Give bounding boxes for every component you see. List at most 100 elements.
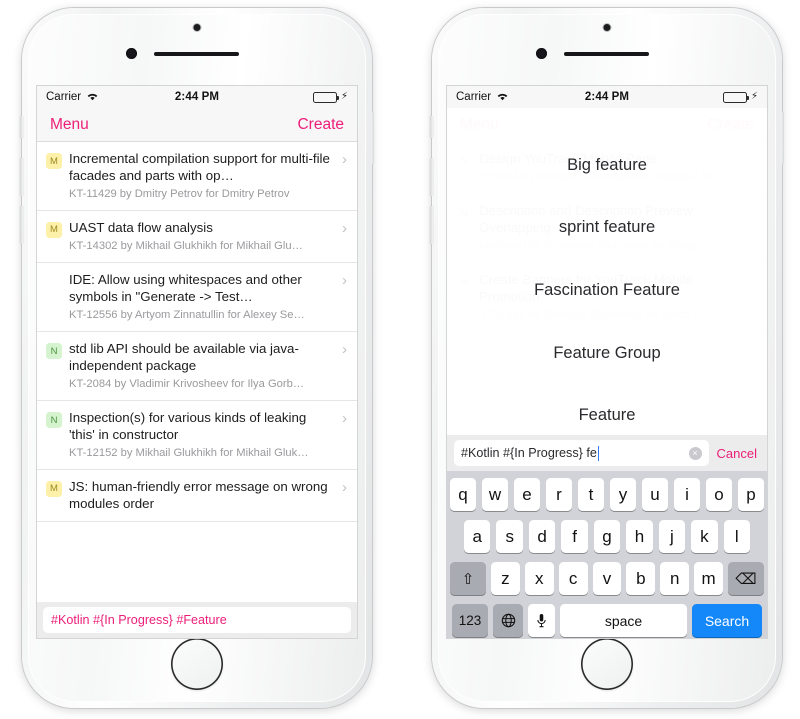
chevron-right-icon: › — [342, 341, 347, 359]
delete-key[interactable]: ⌫ — [728, 562, 764, 595]
shift-key[interactable]: ⇧ — [450, 562, 486, 595]
issue-row-body: Incremental compilation support for mult… — [69, 151, 335, 201]
front-camera-icon-right — [536, 48, 547, 59]
suggestion-item[interactable]: Big feature — [567, 156, 647, 175]
issue-row-body: Inspection(s) for various kinds of leaki… — [69, 410, 335, 460]
screenshot-stage: Carrier 2:44 PM ⚡ Menu Create M Increment… — [0, 0, 800, 719]
battery-icon-right — [722, 91, 749, 103]
query-input[interactable]: #Kotlin #{In Progress} #Feature — [43, 607, 351, 633]
keyboard-row-3-letters: zxcvbnm — [491, 562, 724, 595]
issue-row[interactable]: IDE: Allow using whitespaces and other s… — [37, 263, 357, 333]
priority-badge: N — [46, 412, 62, 428]
key-d[interactable]: d — [528, 520, 556, 553]
key-a[interactable]: a — [464, 520, 491, 553]
chevron-right-icon: › — [342, 151, 347, 168]
issue-subtitle: KT-12152 by Mikhail Glukhikh for Mikhail… — [69, 446, 309, 459]
home-button-right[interactable] — [581, 638, 633, 690]
issue-row[interactable]: N Inspection(s) for various kinds of leak… — [37, 401, 357, 470]
silent-switch-right[interactable] — [430, 116, 433, 138]
key-f[interactable]: f — [561, 520, 588, 553]
issue-title: Incremental compilation support for mult… — [69, 151, 330, 183]
keyboard-row-3: ⇧ zxcvbnm ⌫ — [450, 562, 764, 595]
volume-up-button-right[interactable] — [430, 158, 433, 196]
key-l[interactable]: l — [723, 520, 750, 553]
issue-title: JS: human-friendly error message on wron… — [69, 478, 328, 511]
key-v[interactable]: v — [592, 562, 622, 595]
keyboard-row-2: asdfghjkl — [450, 520, 764, 553]
key-n[interactable]: n — [660, 562, 690, 595]
priority-badge: M — [46, 221, 62, 238]
issue-title: Inspection(s) for various kinds of leaki… — [69, 410, 307, 442]
microphone-icon[interactable] — [528, 604, 555, 637]
priority-badge: M — [46, 153, 62, 169]
key-h[interactable]: h — [626, 520, 653, 553]
power-button[interactable] — [371, 112, 374, 164]
keyboard-row-4: 123 space Search — [450, 604, 764, 637]
status-bar-right: Carrier 2:44 PM ⚡ — [447, 86, 767, 108]
key-b[interactable]: b — [626, 562, 656, 595]
key-e[interactable]: e — [514, 478, 540, 511]
search-input[interactable]: #Kotlin #{In Progress} fe × — [454, 440, 709, 466]
menu-button[interactable]: Menu — [50, 116, 89, 134]
suggestion-item[interactable]: Fascination Feature — [534, 281, 680, 300]
key-t[interactable]: t — [578, 478, 604, 511]
volume-down-button[interactable] — [20, 206, 23, 244]
key-i[interactable]: i — [674, 478, 700, 511]
key-r[interactable]: r — [546, 478, 572, 511]
battery-icon — [312, 91, 339, 103]
issue-row[interactable]: Nstd lib API should be available via jav… — [37, 332, 357, 401]
priority-badge — [46, 274, 62, 290]
chevron-right-icon: › — [342, 478, 347, 496]
search-key[interactable]: Search — [692, 604, 762, 637]
issue-row[interactable]: M UAST data flow analysis KT-14302 by Mikh… — [37, 211, 357, 264]
issue-row[interactable]: M JS: human-friendly error message on wro… — [37, 470, 357, 523]
issue-row[interactable]: M Incremental compilation support for mul… — [37, 142, 357, 211]
key-z[interactable]: z — [491, 562, 520, 595]
issue-subtitle: KT-14302 by Mikhail Glukhikh for Mikhail… — [69, 239, 303, 252]
keyboard-row-1: qwertyuiop — [450, 478, 764, 511]
chevron-right-icon: › — [342, 410, 347, 427]
priority-badge: M — [46, 480, 62, 497]
home-button[interactable] — [171, 638, 223, 690]
query-bar[interactable]: #Kotlin #{In Progress} #Feature — [37, 602, 357, 638]
space-key[interactable]: space — [560, 604, 687, 637]
key-u[interactable]: u — [642, 478, 668, 511]
cancel-button[interactable]: Cancel — [717, 446, 760, 461]
front-camera-icon — [126, 48, 137, 59]
key-p[interactable]: p — [738, 478, 764, 511]
key-k[interactable]: k — [691, 520, 718, 553]
numbers-key[interactable]: 123 — [452, 604, 488, 637]
issue-row-body: IDE: Allow using whitespaces and other s… — [69, 272, 335, 322]
status-bar: Carrier 2:44 PM ⚡ — [37, 86, 357, 108]
suggestion-item[interactable]: Feature Group — [553, 344, 660, 363]
key-w[interactable]: w — [482, 478, 508, 511]
issue-title: UAST data flow analysis — [69, 219, 213, 235]
create-button[interactable]: Create — [297, 116, 344, 134]
issue-row-body: UAST data flow analysis KT-14302 by Mikha… — [69, 220, 335, 253]
key-y[interactable]: y — [610, 478, 636, 511]
right-phone-device: Carrier 2:44 PM ⚡ Menu Create NDesign Yo… — [430, 8, 784, 708]
key-j[interactable]: j — [658, 520, 686, 553]
volume-up-button[interactable] — [20, 158, 23, 196]
chevron-right-icon: › — [342, 219, 347, 237]
issue-row-body: JS: human-friendly error message on wron… — [69, 479, 335, 513]
suggestion-item[interactable]: sprint feature — [559, 218, 655, 237]
rear-camera-dot-icon — [193, 24, 201, 31]
key-x[interactable]: x — [524, 562, 554, 595]
rear-camera-dot-icon-right — [603, 24, 611, 31]
clear-icon[interactable]: × — [688, 446, 702, 460]
key-g[interactable]: g — [593, 520, 621, 553]
issue-subtitle: KT-2084 by Vladimir Krivosheev for Ilya … — [69, 377, 305, 390]
nav-bar: Menu Create — [37, 108, 357, 142]
volume-down-button-right[interactable] — [430, 206, 433, 244]
key-q[interactable]: q — [450, 478, 476, 511]
key-s[interactable]: s — [496, 520, 523, 553]
key-m[interactable]: m — [694, 562, 724, 595]
search-input-value: #Kotlin #{In Progress} fe — [461, 446, 597, 460]
silent-switch[interactable] — [20, 116, 23, 138]
key-o[interactable]: o — [706, 478, 732, 511]
suggestion-item[interactable]: Feature — [579, 406, 636, 425]
globe-icon[interactable] — [493, 604, 523, 637]
power-button-right[interactable] — [781, 112, 784, 164]
key-c[interactable]: c — [558, 562, 588, 595]
